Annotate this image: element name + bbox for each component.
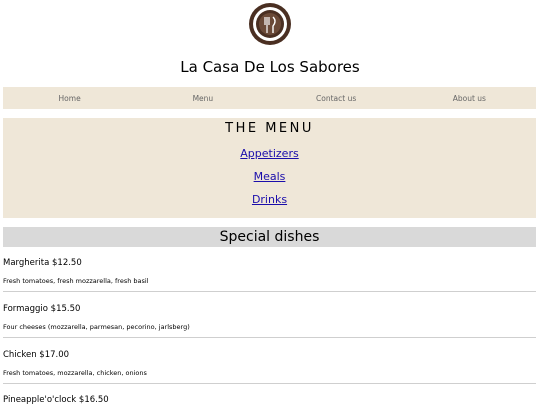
nav-home[interactable]: Home (3, 94, 136, 103)
nav-menu[interactable]: Menu (136, 94, 269, 103)
dish-description: Four cheeses (mozzarella, parmesan, peco… (3, 323, 190, 331)
menu-section: THE MENU Appetizers Meals Drinks (3, 118, 536, 218)
divider (3, 337, 536, 338)
main-nav: Home Menu Contact us About us (3, 87, 536, 109)
menu-link-drinks[interactable]: Drinks (3, 193, 536, 206)
divider (3, 383, 536, 384)
site-title: La Casa De Los Sabores (180, 58, 360, 76)
menu-heading: THE MENU (225, 121, 314, 136)
dish-name: Chicken $17.00 (3, 350, 70, 360)
restaurant-logo-icon (248, 2, 292, 46)
dish-description: Fresh tomatoes, fresh mozzarella, fresh … (3, 277, 149, 285)
dish-name: Margherita $12.50 (3, 258, 82, 268)
dish-name: Formaggio $15.50 (3, 304, 81, 314)
divider (3, 291, 536, 292)
menu-link-meals[interactable]: Meals (3, 170, 536, 183)
nav-contact-us[interactable]: Contact us (270, 94, 403, 103)
menu-link-appetizers[interactable]: Appetizers (3, 147, 536, 160)
dish-description: Fresh tomatoes, mozzarella, chicken, oni… (3, 369, 147, 377)
nav-about-us[interactable]: About us (403, 94, 536, 103)
dish-name: Pineapple'o'clock $16.50 (3, 395, 109, 405)
special-dishes-heading: Special dishes (3, 227, 536, 247)
